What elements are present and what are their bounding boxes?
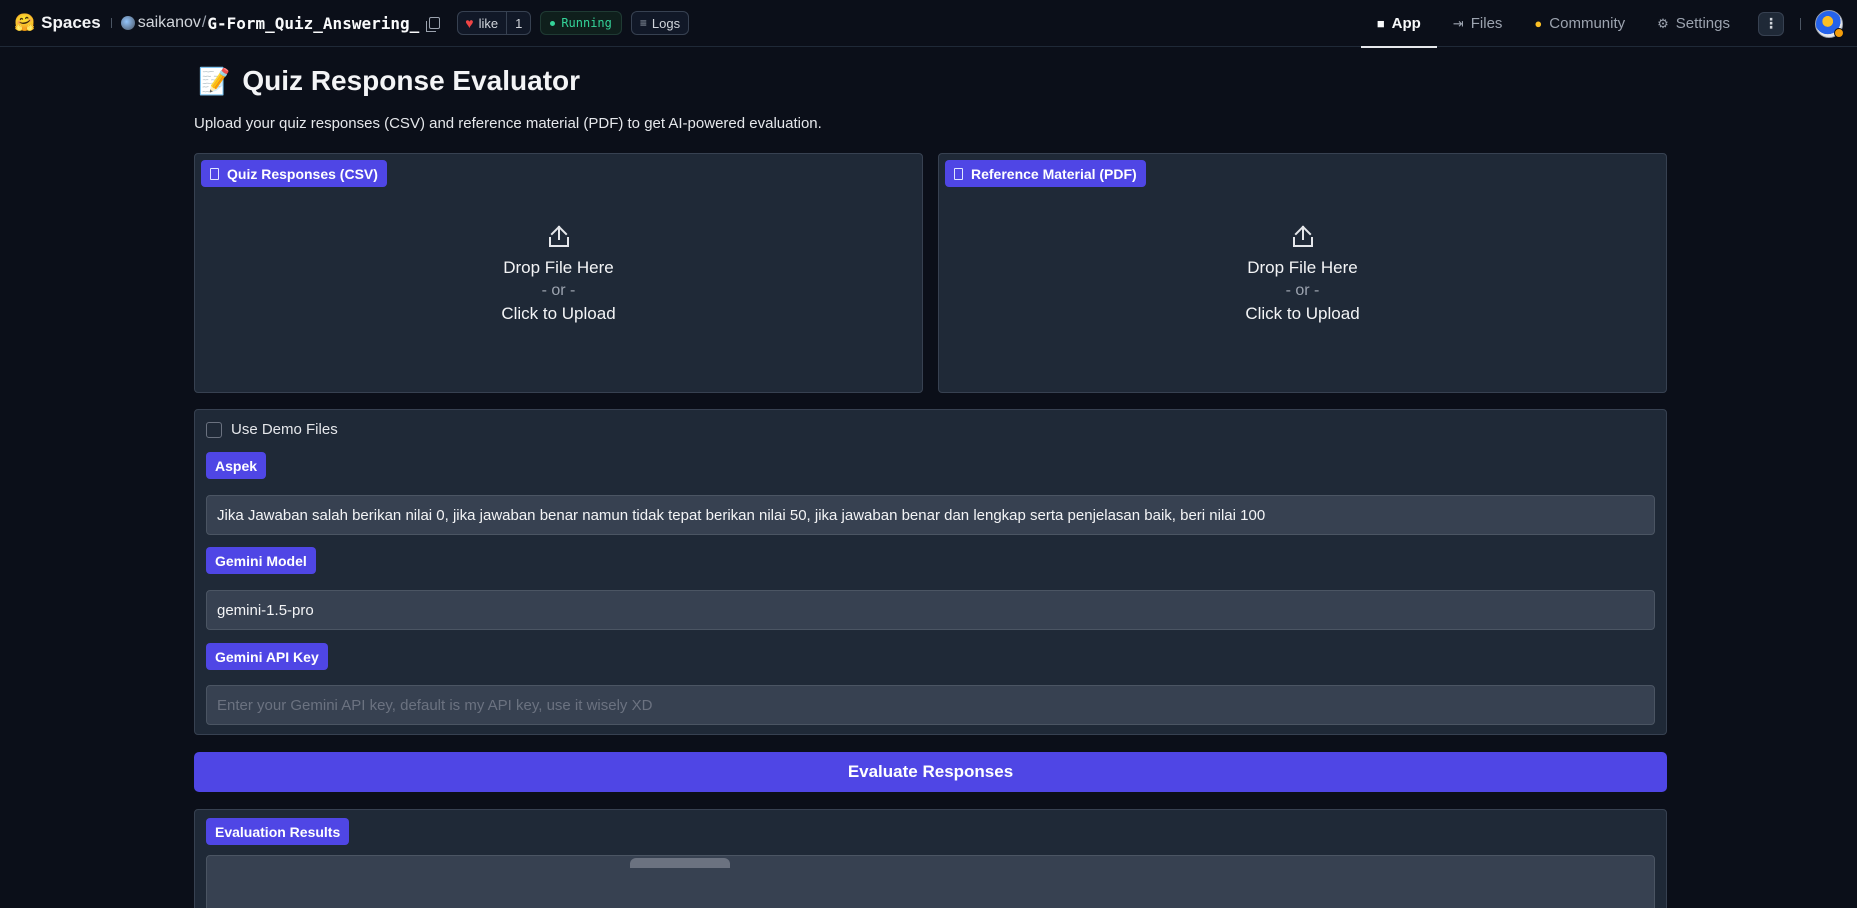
cube-icon: ■ [1376,16,1385,31]
drop-file-text: Drop File Here [1247,258,1358,277]
aspek-input[interactable]: Jika Jawaban salah berikan nilai 0, jika… [206,495,1655,535]
top-bar: 🤗 Spaces saikanov / G-Form_Quiz_Answerin… [0,0,1857,48]
csv-upload-label-text: Quiz Responses (CSV) [227,165,378,182]
like-label: like [478,15,499,31]
page-description: Upload your quiz responses (CSV) and ref… [194,115,822,132]
tab-app-label: App [1391,15,1421,32]
pdf-upload-label: Reference Material (PDF) [945,160,1146,187]
upload-prompt[interactable]: Drop File Here - or - Click to Upload [939,224,1666,324]
use-demo-files-checkbox[interactable] [206,421,222,438]
owner-link[interactable]: saikanov [138,14,201,32]
brand-label: Spaces [41,13,101,32]
gemini-model-input[interactable]: gemini-1.5-pro [206,590,1655,630]
page-title-text: Quiz Response Evaluator [242,65,581,96]
tab-community[interactable]: ● Community [1518,0,1641,47]
heart-icon: ♥ [465,15,474,31]
tab-files-label: Files [1470,15,1503,32]
upload-prompt[interactable]: Drop File Here - or - Click to Upload [195,224,922,324]
csv-upload-dropzone[interactable]: Quiz Responses (CSV) Drop File Here - or… [194,153,923,393]
upload-icon [547,224,571,248]
status-dot-icon [550,20,556,26]
status-label: Running [561,16,612,30]
gear-icon: ⚙ [1657,15,1669,31]
logs-label: Logs [651,15,681,31]
tab-app[interactable]: ■ App [1360,0,1437,48]
vertical-dots-icon: ⋮ [1764,15,1778,31]
file-icon [210,167,219,180]
aspek-label-text: Aspek [215,457,258,474]
upload-icon [1291,224,1315,248]
gemini-api-key-label-text: Gemini API Key [215,648,319,665]
scrollbar-handle[interactable] [630,858,730,868]
top-bar-left: 🤗 Spaces saikanov / G-Form_Quiz_Answerin… [0,0,690,46]
tab-files[interactable]: ⇥ Files [1437,0,1519,47]
path-separator: / [201,14,207,31]
like-toggle[interactable]: ♥ like [458,12,508,34]
pdf-upload-label-text: Reference Material (PDF) [971,165,1137,182]
evaluation-results-label: Evaluation Results [206,818,350,845]
evaluation-results-output[interactable] [206,855,1655,908]
pdf-upload-dropzone[interactable]: Reference Material (PDF) Drop File Here … [938,153,1667,393]
or-text: - or - [1285,282,1320,299]
evaluation-results-panel: Evaluation Results [194,809,1667,908]
tab-community-label: Community [1549,15,1626,32]
spaces-logo-link[interactable]: 🤗 Spaces [14,13,101,33]
evaluate-responses-button[interactable]: Evaluate Responses [194,752,1667,792]
copy-icon[interactable] [426,17,441,32]
logs-icon: ≡ [639,16,647,30]
tab-settings-label: Settings [1675,15,1730,32]
more-options-button[interactable]: ⋮ [1758,11,1784,36]
click-to-upload-text: Click to Upload [1245,304,1360,323]
tab-settings[interactable]: ⚙ Settings [1641,0,1746,47]
like-button[interactable]: ♥ like 1 [457,11,532,35]
file-icon [954,167,963,180]
memo-icon: 📝 [198,65,231,96]
aspek-label: Aspek [206,452,267,479]
use-demo-files-label: Use Demo Files [231,421,338,438]
evaluation-results-label-text: Evaluation Results [215,823,341,840]
community-icon: ● [1534,16,1543,31]
top-bar-right: ■ App ⇥ Files ● Community ⚙ Settings ⋮ [1360,0,1857,48]
gemini-api-key-input[interactable]: Enter your Gemini API key, default is my… [206,685,1655,725]
or-text: - or - [541,282,576,299]
gemini-model-label: Gemini Model [206,547,316,574]
files-icon: ⇥ [1452,15,1464,31]
settings-panel: Use Demo Files Aspek Jika Jawaban salah … [194,409,1667,735]
gemini-model-label-text: Gemini Model [215,552,307,569]
like-count[interactable]: 1 [507,16,530,31]
page-title: 📝 Quiz Response Evaluator [198,65,580,97]
owner-avatar [120,16,135,30]
logs-button[interactable]: ≡ Logs [630,11,690,35]
repo-name-link[interactable]: G-Form_Quiz_Answering_ [207,14,419,33]
click-to-upload-text: Click to Upload [501,304,616,323]
csv-upload-label: Quiz Responses (CSV) [201,160,387,187]
use-demo-files-option[interactable]: Use Demo Files [206,421,338,438]
divider [110,18,112,28]
divider [1800,17,1801,30]
gemini-api-key-label: Gemini API Key [206,643,328,670]
user-avatar[interactable] [1815,9,1844,38]
status-badge[interactable]: Running [540,11,622,35]
hugging-face-icon: 🤗 [14,13,36,32]
drop-file-text: Drop File Here [503,258,614,277]
